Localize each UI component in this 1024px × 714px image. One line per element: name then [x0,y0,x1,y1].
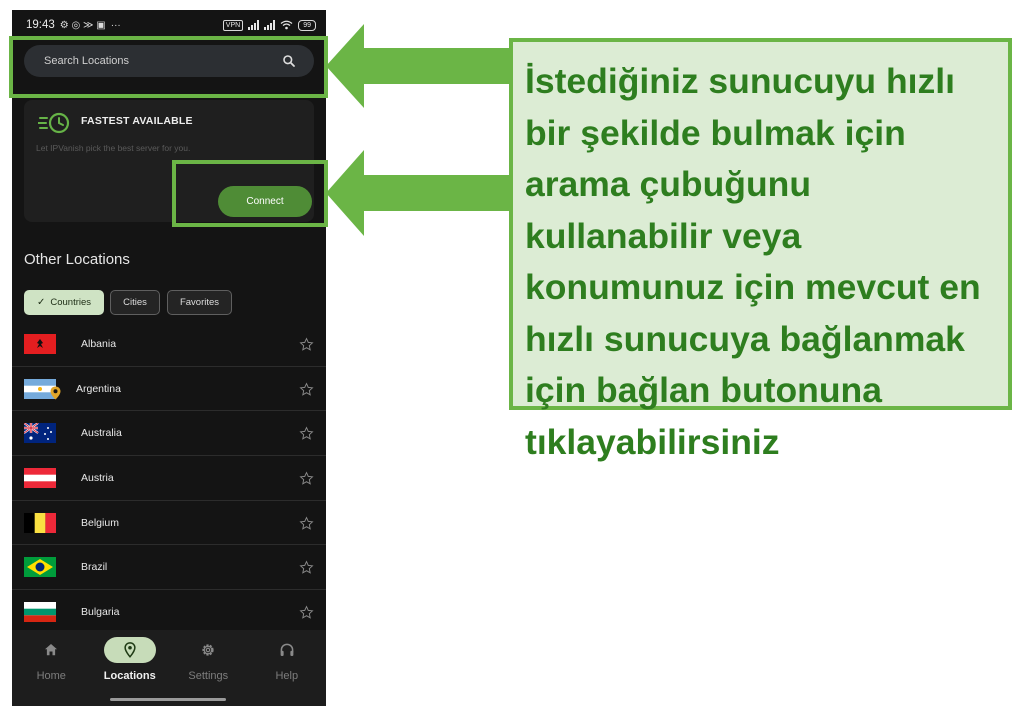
signal-icon [248,20,260,30]
country-row-argentina[interactable]: Argentina [12,367,326,412]
nav-locations[interactable]: Locations [94,637,166,706]
country-name: Albania [81,337,117,350]
fastest-title: FASTEST AVAILABLE [81,115,193,127]
favorite-star-icon[interactable] [299,560,314,575]
country-row-brazil[interactable]: Brazil [12,545,326,591]
home-icon [45,644,58,656]
brazil-flag-icon [24,557,56,578]
country-name: Brazil [81,561,108,574]
favorite-star-icon[interactable] [299,426,314,441]
filter-countries[interactable]: ✓ Countries [24,290,104,315]
country-row-australia[interactable]: Australia [12,411,326,457]
battery-icon: 99 [298,19,316,31]
other-locations-title: Other Locations [24,251,130,268]
australia-flag-icon [24,423,56,444]
country-row-austria[interactable]: Austria [12,456,326,501]
country-row-belgium[interactable]: Belgium [12,501,326,546]
favorite-star-icon[interactable] [299,605,314,620]
belgium-flag-icon [24,512,56,533]
favorite-star-icon[interactable] [299,516,314,531]
status-time: 19:43 [26,19,55,31]
country-list: Albania Argentina Australia Austria Belg… [12,322,326,635]
country-name: Austria [81,471,114,484]
location-pin-icon [124,642,136,658]
country-row-albania[interactable]: Albania [12,322,326,367]
fastest-subtitle: Let IPVanish pick the best server for yo… [36,143,191,153]
favorite-star-icon[interactable] [299,471,314,486]
nav-help[interactable]: Help [251,637,323,706]
home-indicator[interactable] [110,698,226,701]
nav-home[interactable]: Home [15,637,87,706]
search-highlight-box [9,36,328,98]
albania-flag-icon [24,333,56,354]
vpn-status-icon: VPN [222,19,244,31]
country-name: Australia [81,427,122,440]
connect-highlight-box [172,160,328,227]
country-name: Argentina [76,382,121,395]
country-name: Bulgaria [81,605,120,618]
fastest-stopwatch-icon [38,112,70,134]
headphones-icon [280,643,294,656]
favorite-star-icon[interactable] [299,337,314,352]
favorite-star-icon[interactable] [299,382,314,397]
current-location-pin-icon [50,386,61,400]
country-row-bulgaria[interactable]: Bulgaria [12,590,326,635]
nav-settings[interactable]: Settings [172,637,244,706]
notification-icons: ⚙ ◎ ≫ ▣ [59,19,106,31]
signal-icon-2 [264,20,276,30]
callout-text: İstediğiniz sunucuyu hızlı bir şekilde b… [525,61,981,462]
austria-flag-icon [24,467,56,488]
arrow-to-connect-icon [326,150,512,236]
filter-cities[interactable]: Cities [110,290,160,315]
arrow-to-search-icon [326,24,512,108]
gear-icon [202,644,214,656]
phone-screen: 19:43 ⚙ ◎ ≫ ▣ ··· VPN 99 Search Location… [12,10,326,706]
filter-favorites[interactable]: Favorites [167,290,232,315]
bottom-navigation: Home Locations Settings Help [12,630,326,706]
bulgaria-flag-icon [24,601,56,622]
more-notifications: ··· [110,19,121,31]
explanation-callout: İstediğiniz sunucuyu hızlı bir şekilde b… [509,38,1012,462]
wifi-icon [280,20,293,30]
check-icon: ✓ [36,297,46,308]
country-name: Belgium [81,516,119,529]
